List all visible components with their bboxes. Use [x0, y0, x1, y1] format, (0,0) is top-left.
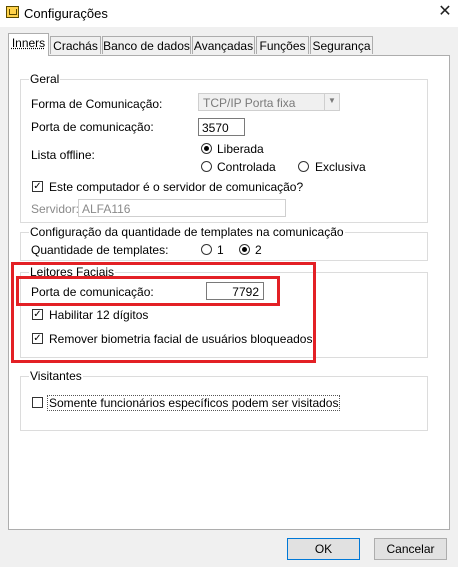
- group-templates-title: Configuração da quantidade de templates …: [29, 225, 345, 239]
- servidor-label: Servidor:: [31, 202, 80, 216]
- radio-liberada[interactable]: [201, 143, 212, 154]
- tab-label: Segurança: [312, 39, 371, 53]
- quantidade-templates-label: Quantidade de templates:: [31, 243, 169, 257]
- chevron-down-icon[interactable]: ▼: [324, 93, 340, 111]
- porta-comunicacao-input[interactable]: 3570: [198, 118, 245, 136]
- radio-templates-2[interactable]: [239, 244, 250, 255]
- group-geral-title: Geral: [29, 72, 61, 86]
- tab-label: Funções: [259, 39, 306, 53]
- cancel-button[interactable]: Cancelar: [374, 538, 447, 560]
- tab-label: Inners: [11, 36, 46, 50]
- ok-button[interactable]: OK: [287, 538, 360, 560]
- highlight-porta-comunicacao: [16, 276, 280, 306]
- radio-controlada[interactable]: [201, 161, 212, 172]
- app-icon: [6, 6, 19, 18]
- radio-templates-1[interactable]: [201, 244, 212, 255]
- radio-controlada-label: Controlada: [217, 160, 276, 174]
- servidor-checkbox-label: Este computador é o servidor de comunica…: [49, 180, 304, 194]
- somente-funcionarios-label: Somente funcionários específicos podem s…: [47, 395, 341, 411]
- tab-label: Banco de dados: [103, 39, 190, 53]
- radio-templates-2-label: 2: [255, 243, 262, 257]
- tab-banco-de-dados[interactable]: Banco de dados: [102, 36, 191, 54]
- tab-seguranca[interactable]: Segurança: [310, 36, 373, 54]
- tab-label: Crachás: [53, 39, 98, 53]
- tab-inners[interactable]: Inners: [8, 33, 49, 56]
- tab-avancadas[interactable]: Avançadas: [192, 36, 255, 54]
- tab-label: Avançadas: [193, 39, 254, 53]
- servidor-checkbox[interactable]: ✓: [32, 181, 43, 192]
- somente-funcionarios-checkbox[interactable]: [32, 397, 43, 408]
- porta-comunicacao-label: Porta de comunicação:: [31, 120, 154, 134]
- radio-liberada-label: Liberada: [217, 142, 264, 156]
- window-title: Configurações: [24, 6, 108, 21]
- lista-offline-label: Lista offline:: [31, 148, 95, 162]
- tab-crachas[interactable]: Crachás: [50, 36, 101, 54]
- group-visitantes-title: Visitantes: [29, 369, 83, 383]
- radio-templates-1-label: 1: [217, 243, 224, 257]
- radio-exclusiva[interactable]: [298, 161, 309, 172]
- tab-funcoes[interactable]: Funções: [256, 36, 309, 54]
- close-icon[interactable]: ✕: [434, 2, 456, 24]
- radio-exclusiva-label: Exclusiva: [315, 160, 366, 174]
- servidor-input[interactable]: ALFA116: [78, 199, 286, 217]
- forma-comunicacao-select[interactable]: TCP/IP Porta fixa: [198, 93, 326, 111]
- forma-comunicacao-label: Forma de Comunicação:: [31, 97, 163, 111]
